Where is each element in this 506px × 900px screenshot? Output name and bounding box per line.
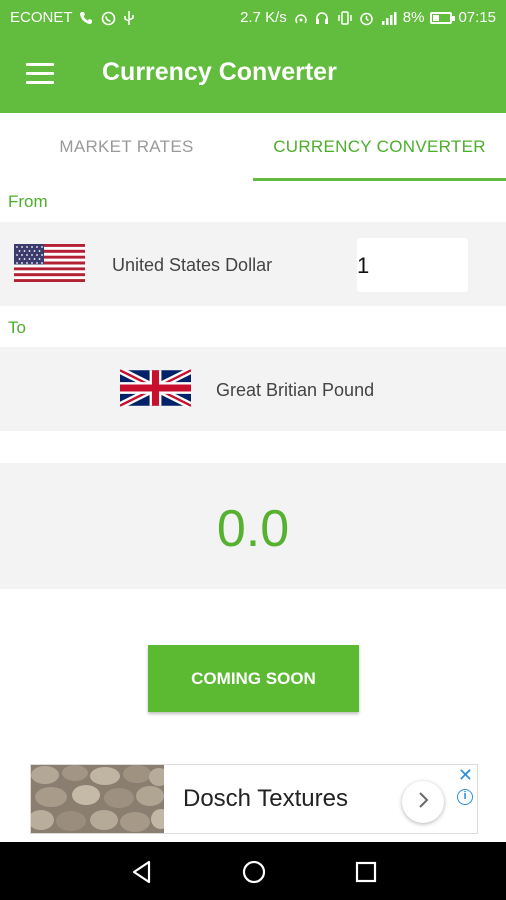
whatsapp-icon xyxy=(101,11,117,25)
from-currency-name: United States Dollar xyxy=(112,255,273,275)
active-tab-indicator xyxy=(253,178,506,181)
vibrate-icon xyxy=(337,10,353,25)
uk-flag-icon xyxy=(118,367,193,412)
tab-bar: MARKET RATES CURRENCY CONVERTER xyxy=(0,113,506,181)
to-currency-name: Great Britian Pound xyxy=(216,380,375,400)
ad-banner[interactable]: Dosch Textures ✕ i xyxy=(30,764,478,834)
ad-title: Dosch Textures xyxy=(183,785,348,812)
system-nav-bar xyxy=(0,842,506,900)
back-icon[interactable] xyxy=(128,858,156,886)
result-panel: 0.0 xyxy=(0,463,506,589)
ad-open-button[interactable] xyxy=(402,781,444,823)
clock: 07:15 xyxy=(458,9,496,26)
app-bar: Currency Converter xyxy=(0,36,506,113)
converted-value: 0.0 xyxy=(216,500,290,558)
hotspot-icon xyxy=(293,11,309,25)
usb-icon xyxy=(123,10,139,25)
network-speed: 2.7 K/s xyxy=(240,9,287,26)
phone-icon xyxy=(79,11,95,25)
hamburger-menu-icon[interactable] xyxy=(26,63,54,85)
carrier-label: ECONET xyxy=(10,9,73,26)
from-currency-row[interactable]: United States Dollar 1 xyxy=(0,222,506,306)
battery-icon xyxy=(430,11,456,24)
recents-icon[interactable] xyxy=(352,858,380,886)
app-title: Currency Converter xyxy=(102,58,337,86)
tab-market-rates[interactable]: MARKET RATES xyxy=(0,113,253,181)
to-currency-row[interactable]: Great Britian Pound xyxy=(0,347,506,431)
tab-currency-converter[interactable]: CURRENCY CONVERTER xyxy=(253,113,506,181)
headset-icon xyxy=(315,11,331,25)
ad-close-icon[interactable]: ✕ xyxy=(458,765,473,786)
ad-texture-image xyxy=(31,765,164,833)
home-icon[interactable] xyxy=(240,858,268,886)
to-label: To xyxy=(8,318,26,337)
ad-info-icon[interactable]: i xyxy=(457,789,473,805)
alarm-icon xyxy=(359,11,375,25)
status-bar: ECONET 2.7 K/s 8% 07:15 xyxy=(0,0,506,36)
from-label: From xyxy=(8,192,48,211)
chevron-right-icon xyxy=(416,791,430,814)
top-bar: ECONET 2.7 K/s 8% 07:15 Currency Convert… xyxy=(0,0,506,113)
signal-icon xyxy=(381,11,397,25)
battery-percent: 8% xyxy=(402,9,425,26)
coming-soon-button[interactable]: COMING SOON xyxy=(148,645,359,712)
amount-input[interactable]: 1 xyxy=(357,238,468,292)
us-flag-icon xyxy=(14,244,85,287)
